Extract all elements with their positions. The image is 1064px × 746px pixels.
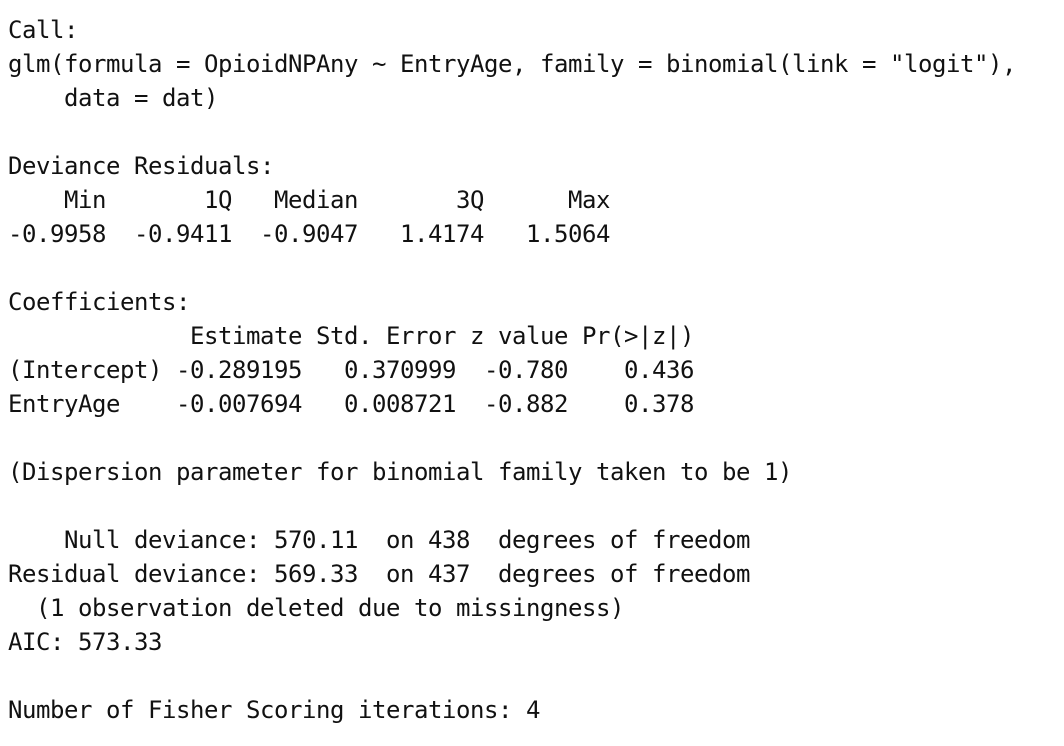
deviance-residuals-label: Deviance Residuals:	[8, 152, 274, 180]
residual-deviance-line: Residual deviance: 569.33 on 437 degrees…	[8, 560, 750, 588]
coefficient-row-intercept: (Intercept) -0.289195 0.370999 -0.780 0.…	[8, 356, 694, 384]
dispersion-note: (Dispersion parameter for binomial famil…	[8, 458, 792, 486]
aic-line: AIC: 573.33	[8, 628, 162, 656]
fisher-iterations-line: Number of Fisher Scoring iterations: 4	[8, 696, 540, 724]
deviance-residuals-header: Min 1Q Median 3Q Max	[8, 186, 610, 214]
coefficients-header: Estimate Std. Error z value Pr(>|z|)	[8, 322, 694, 350]
coefficients-label: Coefficients:	[8, 288, 190, 316]
call-data-line: data = dat)	[8, 84, 218, 112]
missingness-note: (1 observation deleted due to missingnes…	[8, 594, 624, 622]
r-console-output: Call: glm(formula = OpioidNPAny ~ EntryAg…	[8, 13, 1016, 727]
call-formula-line: glm(formula = OpioidNPAny ~ EntryAge, fa…	[8, 50, 1016, 78]
coefficient-row-entryage: EntryAge -0.007694 0.008721 -0.882 0.378	[8, 390, 694, 418]
call-label: Call:	[8, 16, 78, 44]
null-deviance-line: Null deviance: 570.11 on 438 degrees of …	[8, 526, 750, 554]
deviance-residuals-values: -0.9958 -0.9411 -0.9047 1.4174 1.5064	[8, 220, 610, 248]
